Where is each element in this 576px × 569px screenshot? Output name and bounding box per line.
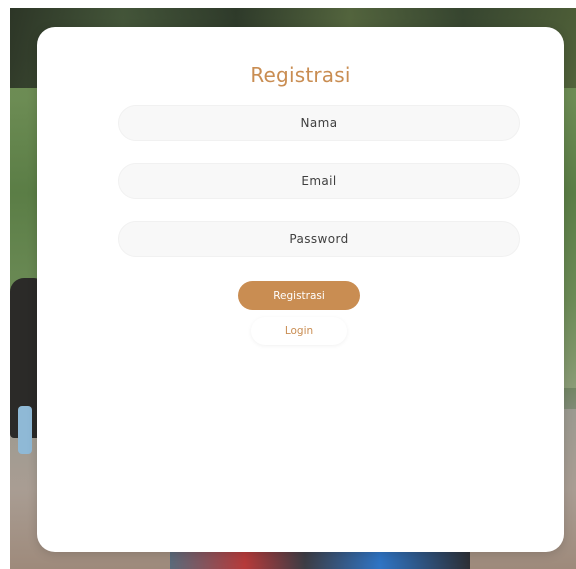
email-input[interactable]: [118, 163, 520, 199]
background-bottle: [18, 406, 32, 454]
login-button[interactable]: Login: [251, 317, 347, 345]
register-button[interactable]: Registrasi: [238, 281, 360, 310]
password-input[interactable]: [118, 221, 520, 257]
name-input[interactable]: [118, 105, 520, 141]
page-viewport: Registrasi Registrasi Login: [0, 0, 576, 569]
form-title: Registrasi: [250, 63, 351, 87]
registration-card: Registrasi Registrasi Login: [37, 27, 564, 552]
